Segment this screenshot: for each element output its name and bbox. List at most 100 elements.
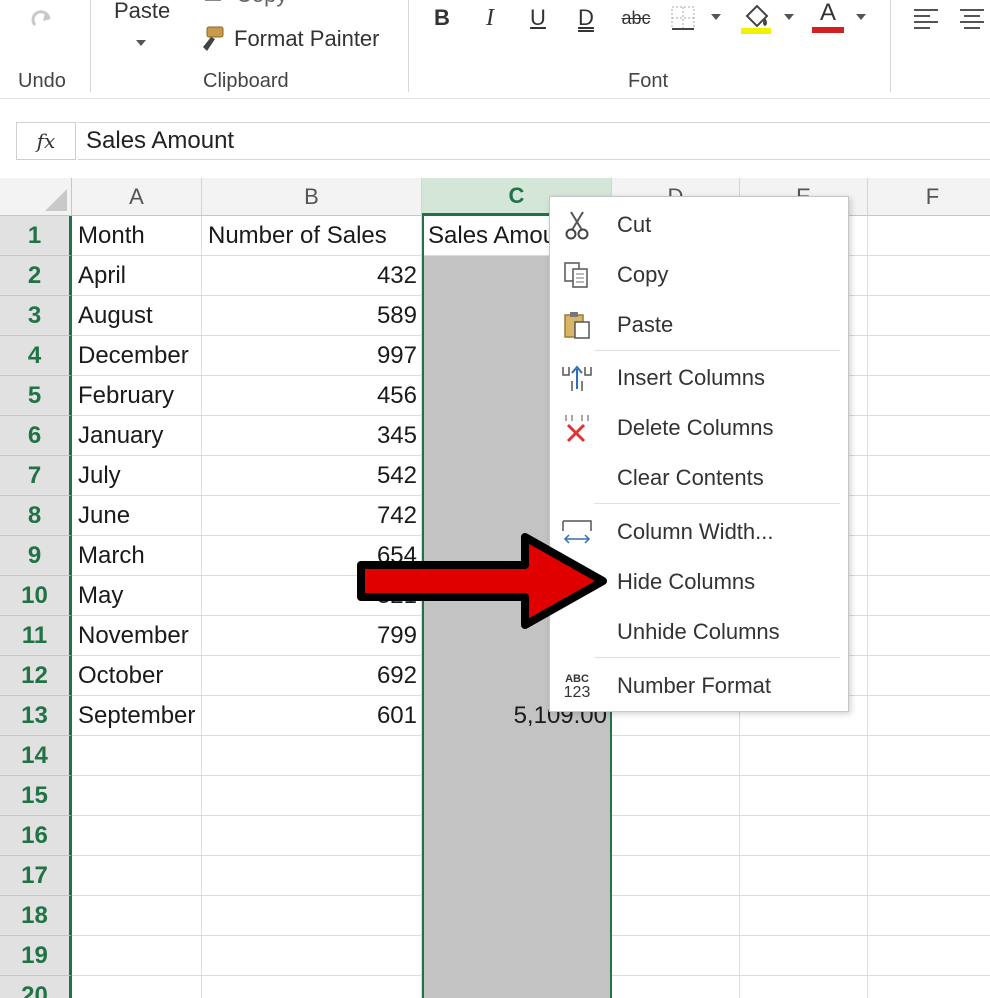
cell-month[interactable]: February [72, 376, 202, 416]
cell-month[interactable]: March [72, 536, 202, 576]
double-underline-button[interactable]: D [572, 4, 600, 32]
bold-button[interactable]: B [428, 4, 456, 32]
column-header-f[interactable]: F [868, 178, 990, 216]
empty-cell[interactable] [72, 896, 202, 936]
select-all-button[interactable] [0, 178, 72, 216]
row-header[interactable]: 5 [0, 376, 72, 416]
row-header[interactable]: 12 [0, 656, 72, 696]
strikethrough-button[interactable]: abc [618, 4, 654, 32]
row-header[interactable]: 6 [0, 416, 72, 456]
cell-sales[interactable]: 432 [202, 256, 422, 296]
italic-button[interactable]: I [476, 4, 504, 32]
empty-cell[interactable] [422, 776, 612, 816]
cell-month[interactable]: April [72, 256, 202, 296]
cell-b1[interactable]: Number of Sales [202, 216, 422, 256]
cell-month[interactable]: January [72, 416, 202, 456]
copy-icon[interactable] [200, 0, 230, 6]
font-group-label: Font [628, 70, 669, 92]
copy-label[interactable]: Copy [236, 0, 287, 8]
menu-item-number-format[interactable]: ABC 123 Number Format [550, 662, 848, 710]
fill-color-icon[interactable] [738, 0, 774, 34]
row-header[interactable]: 7 [0, 456, 72, 496]
empty-cell[interactable] [72, 936, 202, 976]
align-center-icon[interactable] [956, 4, 988, 32]
align-left-icon[interactable] [910, 4, 942, 32]
empty-cell[interactable] [202, 816, 422, 856]
menu-item-copy[interactable]: Copy [550, 251, 848, 299]
empty-cell[interactable] [422, 816, 612, 856]
menu-item-clear-contents[interactable]: Clear Contents [550, 454, 848, 502]
font-color-button[interactable]: A [810, 0, 846, 34]
font-color-swatch [812, 27, 844, 33]
cell-month[interactable]: June [72, 496, 202, 536]
cell-month[interactable]: May [72, 576, 202, 616]
underline-button[interactable]: U [524, 4, 552, 32]
cell-month[interactable]: December [72, 336, 202, 376]
menu-item-cut[interactable]: Cut [550, 201, 848, 249]
cell-sales[interactable]: 542 [202, 456, 422, 496]
cell-a1[interactable]: Month [72, 216, 202, 256]
empty-cell[interactable] [72, 856, 202, 896]
empty-cell[interactable] [422, 856, 612, 896]
format-painter-button[interactable]: Format Painter [234, 26, 380, 52]
fill-color-dropdown-icon[interactable] [784, 14, 794, 20]
row-header[interactable]: 20 [0, 976, 72, 998]
font-color-dropdown-icon[interactable] [856, 14, 866, 20]
cell-month[interactable]: August [72, 296, 202, 336]
menu-label-unhide-columns: Unhide Columns [617, 619, 780, 644]
cell-sales[interactable]: 456 [202, 376, 422, 416]
cell-sales[interactable]: 692 [202, 656, 422, 696]
row-header[interactable]: 1 [0, 216, 72, 256]
empty-cell[interactable] [202, 896, 422, 936]
empty-cell[interactable] [72, 736, 202, 776]
empty-cell[interactable] [422, 896, 612, 936]
borders-icon[interactable] [668, 4, 698, 32]
row-header[interactable]: 17 [0, 856, 72, 896]
format-painter-icon[interactable] [196, 24, 228, 54]
row-header[interactable]: 10 [0, 576, 72, 616]
empty-cell[interactable] [72, 776, 202, 816]
row-header[interactable]: 16 [0, 816, 72, 856]
row-header[interactable]: 18 [0, 896, 72, 936]
empty-cell[interactable] [422, 936, 612, 976]
empty-cell[interactable] [72, 976, 202, 998]
empty-cell[interactable] [422, 736, 612, 776]
column-header-a[interactable]: A [72, 178, 202, 216]
cell-sales[interactable]: 997 [202, 336, 422, 376]
row-header[interactable]: 19 [0, 936, 72, 976]
row-header[interactable]: 14 [0, 736, 72, 776]
row-header[interactable]: 9 [0, 536, 72, 576]
empty-cell[interactable] [72, 816, 202, 856]
redo-button[interactable] [24, 4, 60, 34]
cell-month[interactable]: September [72, 696, 202, 736]
cell-month[interactable]: November [72, 616, 202, 656]
cell-month[interactable]: July [72, 456, 202, 496]
empty-cell[interactable] [202, 976, 422, 998]
cell-sales[interactable]: 345 [202, 416, 422, 456]
menu-item-delete-columns[interactable]: Delete Columns [550, 404, 848, 452]
red-arrow-icon [357, 533, 607, 629]
row-header[interactable]: 2 [0, 256, 72, 296]
paste-button[interactable]: Paste [114, 0, 170, 24]
paste-dropdown-icon[interactable] [136, 40, 146, 46]
cell-sales[interactable]: 589 [202, 296, 422, 336]
column-header-b[interactable]: B [202, 178, 422, 216]
row-header[interactable]: 11 [0, 616, 72, 656]
empty-cell[interactable] [202, 736, 422, 776]
row-header[interactable]: 8 [0, 496, 72, 536]
empty-cell[interactable] [422, 976, 612, 998]
row-header[interactable]: 3 [0, 296, 72, 336]
cell-month[interactable]: October [72, 656, 202, 696]
formula-input[interactable]: Sales Amount [78, 122, 990, 160]
borders-dropdown-icon[interactable] [711, 14, 721, 20]
menu-item-insert-columns[interactable]: Insert Columns [550, 354, 848, 402]
menu-item-paste[interactable]: Paste [550, 301, 848, 349]
cell-sales[interactable]: 601 [202, 696, 422, 736]
row-header[interactable]: 15 [0, 776, 72, 816]
empty-cell[interactable] [202, 776, 422, 816]
row-header[interactable]: 13 [0, 696, 72, 736]
row-header[interactable]: 4 [0, 336, 72, 376]
empty-cell[interactable] [202, 936, 422, 976]
insert-function-button[interactable]: fx [16, 122, 76, 160]
empty-cell[interactable] [202, 856, 422, 896]
